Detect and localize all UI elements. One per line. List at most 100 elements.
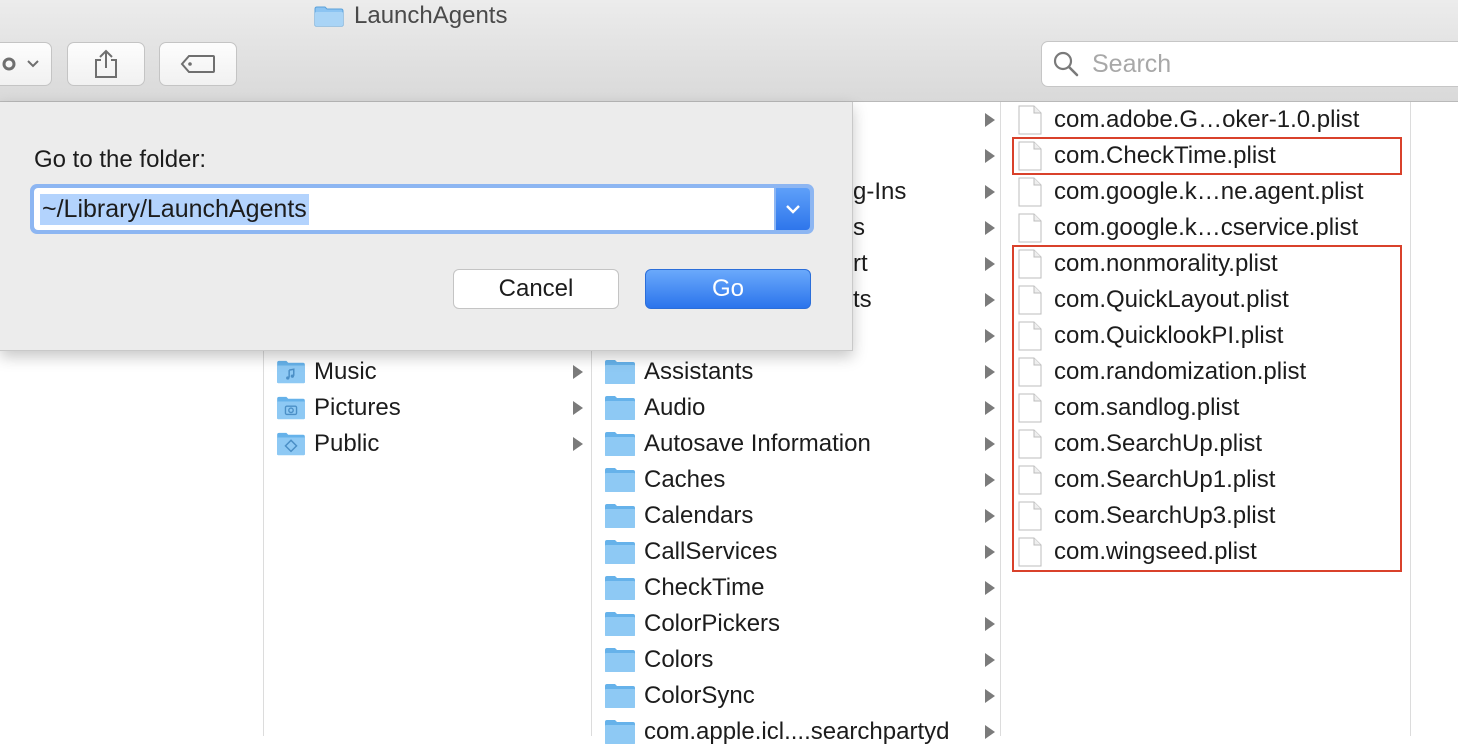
list-item[interactable]: Caches: [604, 462, 1000, 498]
list-item-label: Pictures: [314, 394, 401, 421]
folder-icon: [605, 576, 635, 600]
disclosure-arrow-icon: [573, 401, 583, 415]
window-title: LaunchAgents: [314, 2, 507, 30]
list-item[interactable]: Assistants: [604, 354, 1000, 390]
list-item[interactable]: rt: [853, 246, 1000, 282]
pictures-folder-icon: [277, 396, 305, 420]
column-divider[interactable]: [1410, 102, 1411, 736]
action-menu-button[interactable]: [0, 42, 52, 86]
finder-toolbar: LaunchAgents Search: [0, 0, 1458, 102]
folder-icon: [605, 468, 635, 492]
list-item[interactable]: CallServices: [604, 534, 1000, 570]
disclosure-arrow-icon: [573, 365, 583, 379]
tags-button[interactable]: [159, 42, 237, 86]
list-item-label: CheckTime: [644, 574, 765, 601]
list-item-label: rt: [853, 250, 868, 277]
folder-icon: [605, 396, 635, 420]
disclosure-arrow-icon: [985, 293, 995, 307]
plist-file-icon: [1018, 177, 1042, 207]
list-item-label: Music: [314, 358, 377, 385]
folder-icon: [605, 720, 635, 744]
list-item[interactable]: ColorPickers: [604, 606, 1000, 642]
disclosure-arrow-icon: [985, 149, 995, 163]
disclosure-arrow-icon: [985, 365, 995, 379]
list-item[interactable]: Colors: [604, 642, 1000, 678]
folder-icon: [605, 612, 635, 636]
list-item[interactable]: Calendars: [604, 498, 1000, 534]
disclosure-arrow-icon: [985, 509, 995, 523]
disclosure-arrow-icon: [985, 401, 995, 415]
list-item[interactable]: Autosave Information: [604, 426, 1000, 462]
highlight-box: [1012, 137, 1402, 175]
list-item[interactable]: ColorSync: [604, 678, 1000, 714]
folder-path-value: ~/Library/LaunchAgents: [40, 193, 309, 225]
folder-icon: [605, 360, 635, 384]
disclosure-arrow-icon: [985, 185, 995, 199]
disclosure-arrow-icon: [985, 257, 995, 271]
window-title-text: LaunchAgents: [354, 2, 508, 29]
list-item-label: g-Ins: [853, 178, 907, 205]
list-item-label: ColorPickers: [644, 610, 781, 637]
gear-icon: [2, 57, 39, 71]
list-item[interactable]: Music: [276, 354, 591, 390]
disclosure-arrow-icon: [985, 653, 995, 667]
list-item-label: Autosave Information: [644, 430, 871, 457]
goto-folder-label: Go to the folder:: [34, 146, 207, 173]
highlight-box: [1012, 245, 1402, 572]
chevron-down-icon: [786, 205, 800, 214]
list-item-label: ColorSync: [644, 682, 755, 709]
disclosure-arrow-icon: [985, 581, 995, 595]
folder-icon: [605, 432, 635, 456]
path-history-dropdown-button[interactable]: [776, 188, 810, 230]
list-item-label: Caches: [644, 466, 726, 493]
go-button[interactable]: Go: [645, 269, 811, 309]
folder-icon: [605, 648, 635, 672]
tag-icon: [180, 55, 215, 73]
disclosure-arrow-icon: [985, 473, 995, 487]
file-name-label: com.google.k…cservice.plist: [1054, 214, 1359, 241]
list-item[interactable]: g-Ins: [853, 174, 1000, 210]
plist-file-icon: [1018, 105, 1042, 135]
file-list-item[interactable]: com.adobe.G…oker-1.0.plist: [1018, 102, 1410, 138]
list-item[interactable]: Pictures: [276, 390, 591, 426]
folder-path-input[interactable]: ~/Library/LaunchAgents: [34, 188, 774, 230]
disclosure-arrow-icon: [985, 689, 995, 703]
share-button[interactable]: [67, 42, 145, 86]
list-item-label: Calendars: [644, 502, 754, 529]
list-item[interactable]: Audio: [604, 390, 1000, 426]
file-name-label: com.adobe.G…oker-1.0.plist: [1054, 106, 1360, 133]
list-item-label: Public: [314, 430, 380, 457]
search-placeholder: Search: [1092, 49, 1172, 78]
folder-icon: [605, 684, 635, 708]
list-item-label: CallServices: [644, 538, 778, 565]
file-list-item[interactable]: com.google.k…cservice.plist: [1018, 210, 1410, 246]
disclosure-arrow-icon: [985, 545, 995, 559]
list-item[interactable]: ts: [853, 282, 1000, 318]
list-item[interactable]: s: [853, 210, 1000, 246]
file-list-item[interactable]: com.google.k…ne.agent.plist: [1018, 174, 1410, 210]
list-item-label: com.apple.icl....searchpartyd: [644, 718, 950, 745]
disclosure-arrow-icon: [985, 113, 995, 127]
cancel-button[interactable]: Cancel: [453, 269, 619, 309]
magnifier-icon: [1053, 51, 1079, 77]
disclosure-arrow-icon: [985, 725, 995, 739]
disclosure-arrow-icon: [985, 617, 995, 631]
search-field[interactable]: Search: [1041, 41, 1458, 87]
file-name-label: com.google.k…ne.agent.plist: [1054, 178, 1364, 205]
list-item-label: Colors: [644, 646, 714, 673]
disclosure-arrow-icon: [985, 221, 995, 235]
folder-icon: [605, 540, 635, 564]
plist-file-icon: [1018, 213, 1042, 243]
list-item-label: Audio: [644, 394, 706, 421]
list-item[interactable]: CheckTime: [604, 570, 1000, 606]
list-item[interactable]: Public: [276, 426, 591, 462]
list-item[interactable]: com.apple.icl....searchpartyd: [604, 714, 1000, 750]
list-item-label: s: [853, 214, 865, 241]
goto-folder-sheet: Go to the folder: ~/Library/LaunchAgents…: [0, 102, 853, 351]
column-divider[interactable]: [1000, 102, 1001, 736]
disclosure-arrow-icon: [573, 437, 583, 451]
disclosure-arrow-icon: [985, 329, 995, 343]
share-icon: [95, 49, 117, 78]
folder-path-combobox[interactable]: ~/Library/LaunchAgents: [30, 184, 814, 234]
folder-icon: [314, 6, 344, 27]
